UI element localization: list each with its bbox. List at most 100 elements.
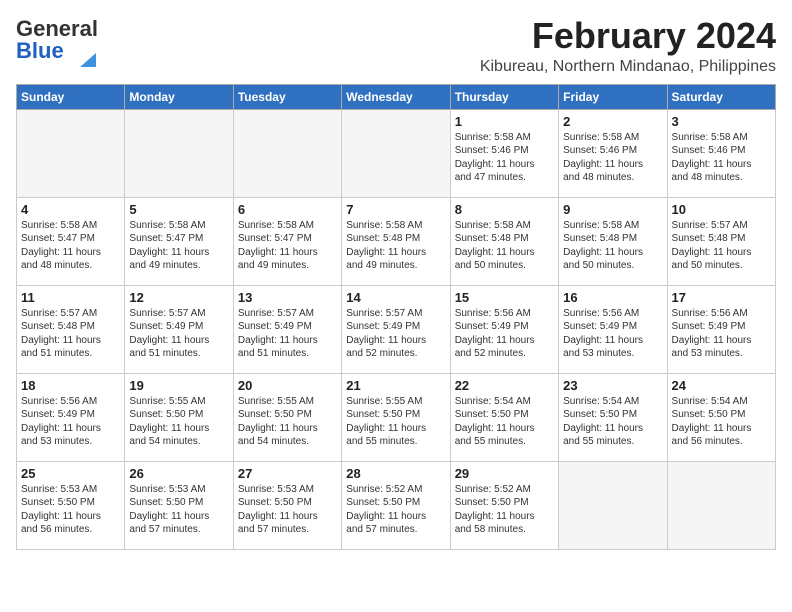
day-info: Sunrise: 5:54 AM Sunset: 5:50 PM Dayligh… (672, 395, 771, 449)
day-info: Sunrise: 5:57 AM Sunset: 5:49 PM Dayligh… (346, 307, 445, 361)
day-info: Sunrise: 5:52 AM Sunset: 5:50 PM Dayligh… (455, 483, 554, 537)
day-number: 25 (21, 466, 120, 481)
calendar-cell: 3 Sunrise: 5:58 AM Sunset: 5:46 PM Daylig… (667, 109, 775, 197)
day-info: Sunrise: 5:58 AM Sunset: 5:46 PM Dayligh… (672, 131, 771, 185)
day-number: 3 (672, 114, 771, 129)
day-info: Sunrise: 5:55 AM Sunset: 5:50 PM Dayligh… (346, 395, 445, 449)
calendar-week-row: 18 Sunrise: 5:56 AM Sunset: 5:49 PM Dayli… (17, 373, 776, 461)
calendar-cell: 28Sunrise: 5:52 AM Sunset: 5:50 PM Dayli… (342, 461, 450, 549)
calendar-cell (233, 109, 341, 197)
calendar-cell: 20 Sunrise: 5:55 AM Sunset: 5:50 PM Dayli… (233, 373, 341, 461)
day-number: 8 (455, 202, 554, 217)
day-info: Sunrise: 5:58 AM Sunset: 5:48 PM Dayligh… (346, 219, 445, 273)
calendar-cell: 29 Sunrise: 5:52 AM Sunset: 5:50 PM Dayli… (450, 461, 558, 549)
day-number: 10 (672, 202, 771, 217)
calendar-cell: 1 Sunrise: 5:58 AM Sunset: 5:46 PM Daylig… (450, 109, 558, 197)
logo: General Blue (16, 16, 100, 64)
calendar-cell: 2Sunrise: 5:58 AM Sunset: 5:46 PM Daylig… (559, 109, 667, 197)
day-number: 2 (563, 114, 662, 129)
day-info: Sunrise: 5:58 AM Sunset: 5:48 PM Dayligh… (563, 219, 662, 273)
calendar-cell: 27 Sunrise: 5:53 AM Sunset: 5:50 PM Dayli… (233, 461, 341, 549)
calendar-cell: 26Sunrise: 5:53 AM Sunset: 5:50 PM Dayli… (125, 461, 233, 549)
calendar-header-row: SundayMondayTuesdayWednesdayThursdayFrid… (17, 84, 776, 109)
day-info: Sunrise: 5:56 AM Sunset: 5:49 PM Dayligh… (21, 395, 120, 449)
calendar-table: SundayMondayTuesdayWednesdayThursdayFrid… (16, 84, 776, 550)
calendar-cell (125, 109, 233, 197)
day-info: Sunrise: 5:56 AM Sunset: 5:49 PM Dayligh… (672, 307, 771, 361)
calendar-cell: 10 Sunrise: 5:57 AM Sunset: 5:48 PM Dayli… (667, 197, 775, 285)
day-number: 4 (21, 202, 120, 217)
day-number: 7 (346, 202, 445, 217)
day-info: Sunrise: 5:56 AM Sunset: 5:49 PM Dayligh… (455, 307, 554, 361)
day-info: Sunrise: 5:58 AM Sunset: 5:47 PM Dayligh… (238, 219, 337, 273)
page-header: General Blue February 2024 Kibureau, Nor… (16, 16, 776, 76)
calendar-cell: 24 Sunrise: 5:54 AM Sunset: 5:50 PM Dayli… (667, 373, 775, 461)
day-number: 9 (563, 202, 662, 217)
day-number: 22 (455, 378, 554, 393)
calendar-cell: 17 Sunrise: 5:56 AM Sunset: 5:49 PM Dayli… (667, 285, 775, 373)
day-info: Sunrise: 5:54 AM Sunset: 5:50 PM Dayligh… (563, 395, 662, 449)
calendar-cell: 8Sunrise: 5:58 AM Sunset: 5:48 PM Daylig… (450, 197, 558, 285)
weekday-header-tuesday: Tuesday (233, 84, 341, 109)
day-number: 13 (238, 290, 337, 305)
calendar-cell: 5 Sunrise: 5:58 AM Sunset: 5:47 PM Daylig… (125, 197, 233, 285)
day-info: Sunrise: 5:53 AM Sunset: 5:50 PM Dayligh… (238, 483, 337, 537)
day-info: Sunrise: 5:54 AM Sunset: 5:50 PM Dayligh… (455, 395, 554, 449)
calendar-cell: 18 Sunrise: 5:56 AM Sunset: 5:49 PM Dayli… (17, 373, 125, 461)
calendar-cell: 12 Sunrise: 5:57 AM Sunset: 5:49 PM Dayli… (125, 285, 233, 373)
title-area: February 2024 Kibureau, Northern Mindana… (480, 16, 776, 76)
day-number: 5 (129, 202, 228, 217)
day-number: 20 (238, 378, 337, 393)
calendar-cell: 16Sunrise: 5:56 AM Sunset: 5:49 PM Dayli… (559, 285, 667, 373)
weekday-header-thursday: Thursday (450, 84, 558, 109)
calendar-cell (667, 461, 775, 549)
day-number: 16 (563, 290, 662, 305)
day-number: 11 (21, 290, 120, 305)
location-subtitle: Kibureau, Northern Mindanao, Philippines (480, 58, 776, 76)
weekday-header-friday: Friday (559, 84, 667, 109)
weekday-header-saturday: Saturday (667, 84, 775, 109)
day-number: 19 (129, 378, 228, 393)
calendar-cell: 7 Sunrise: 5:58 AM Sunset: 5:48 PM Daylig… (342, 197, 450, 285)
day-number: 24 (672, 378, 771, 393)
calendar-week-row: 4 Sunrise: 5:58 AM Sunset: 5:47 PM Daylig… (17, 197, 776, 285)
day-info: Sunrise: 5:57 AM Sunset: 5:49 PM Dayligh… (129, 307, 228, 361)
day-number: 18 (21, 378, 120, 393)
day-number: 15 (455, 290, 554, 305)
day-info: Sunrise: 5:55 AM Sunset: 5:50 PM Dayligh… (129, 395, 228, 449)
weekday-header-wednesday: Wednesday (342, 84, 450, 109)
day-number: 23 (563, 378, 662, 393)
day-info: Sunrise: 5:58 AM Sunset: 5:46 PM Dayligh… (455, 131, 554, 185)
day-info: Sunrise: 5:57 AM Sunset: 5:49 PM Dayligh… (238, 307, 337, 361)
calendar-cell (342, 109, 450, 197)
day-info: Sunrise: 5:57 AM Sunset: 5:48 PM Dayligh… (672, 219, 771, 273)
logo-arrow-icon (80, 53, 96, 67)
calendar-cell: 15 Sunrise: 5:56 AM Sunset: 5:49 PM Dayli… (450, 285, 558, 373)
logo-blue: Blue (16, 38, 64, 64)
day-number: 12 (129, 290, 228, 305)
calendar-cell: 4Sunrise: 5:58 AM Sunset: 5:47 PM Daylig… (17, 197, 125, 285)
month-title: February 2024 (480, 16, 776, 56)
calendar-cell: 21 Sunrise: 5:55 AM Sunset: 5:50 PM Dayli… (342, 373, 450, 461)
calendar-cell (17, 109, 125, 197)
calendar-week-row: 25 Sunrise: 5:53 AM Sunset: 5:50 PM Dayli… (17, 461, 776, 549)
day-info: Sunrise: 5:53 AM Sunset: 5:50 PM Dayligh… (129, 483, 228, 537)
day-number: 29 (455, 466, 554, 481)
calendar-cell: 11 Sunrise: 5:57 AM Sunset: 5:48 PM Dayli… (17, 285, 125, 373)
calendar-cell: 9 Sunrise: 5:58 AM Sunset: 5:48 PM Daylig… (559, 197, 667, 285)
day-number: 6 (238, 202, 337, 217)
day-info: Sunrise: 5:55 AM Sunset: 5:50 PM Dayligh… (238, 395, 337, 449)
day-number: 14 (346, 290, 445, 305)
calendar-week-row: 11 Sunrise: 5:57 AM Sunset: 5:48 PM Dayli… (17, 285, 776, 373)
calendar-cell: 19 Sunrise: 5:55 AM Sunset: 5:50 PM Dayli… (125, 373, 233, 461)
day-info: Sunrise: 5:58 AM Sunset: 5:47 PM Dayligh… (129, 219, 228, 273)
calendar-cell: 14 Sunrise: 5:57 AM Sunset: 5:49 PM Dayli… (342, 285, 450, 373)
day-number: 27 (238, 466, 337, 481)
day-number: 1 (455, 114, 554, 129)
day-number: 17 (672, 290, 771, 305)
day-info: Sunrise: 5:57 AM Sunset: 5:48 PM Dayligh… (21, 307, 120, 361)
day-number: 21 (346, 378, 445, 393)
day-info: Sunrise: 5:52 AM Sunset: 5:50 PM Dayligh… (346, 483, 445, 537)
calendar-cell (559, 461, 667, 549)
calendar-cell: 22 Sunrise: 5:54 AM Sunset: 5:50 PM Dayli… (450, 373, 558, 461)
